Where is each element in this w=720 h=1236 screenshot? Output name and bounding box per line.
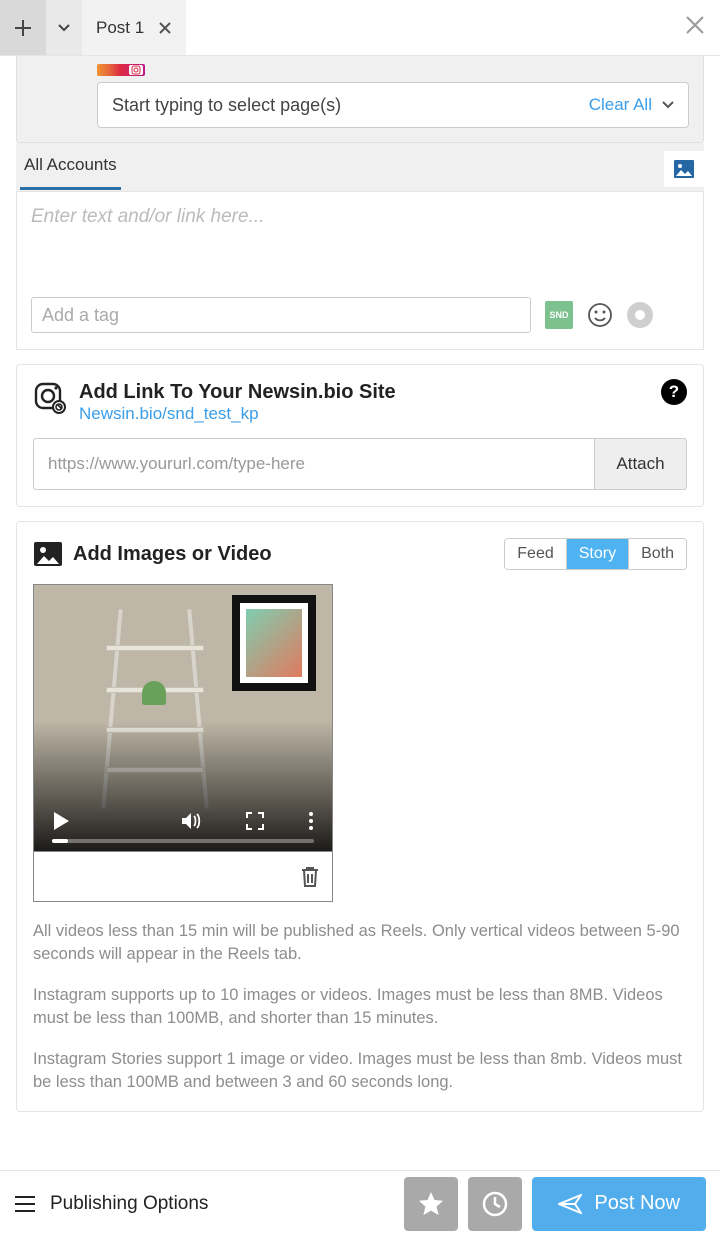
top-tab-bar: Post 1: [0, 0, 720, 56]
newsinbio-link[interactable]: Newsin.bio/snd_test_kp: [79, 404, 259, 423]
media-notes: All videos less than 15 min will be publ…: [33, 920, 687, 1095]
star-icon: [417, 1190, 445, 1218]
tab-all-accounts[interactable]: All Accounts: [20, 155, 121, 190]
newsinbio-title: Add Link To Your Newsin.bio Site: [79, 381, 396, 404]
clear-all-link[interactable]: Clear All: [589, 95, 652, 115]
post-tab[interactable]: Post 1: [82, 0, 186, 55]
account-tabs: All Accounts: [16, 143, 704, 191]
media-note: Instagram Stories support 1 image or vid…: [33, 1048, 687, 1094]
publishing-options[interactable]: Publishing Options: [14, 1193, 394, 1215]
trash-icon[interactable]: [300, 865, 320, 889]
caret-down-icon: [58, 24, 70, 32]
caret-down-icon: [662, 101, 674, 109]
video-preview[interactable]: [34, 585, 332, 851]
post-text-input[interactable]: [31, 206, 689, 286]
help-icon[interactable]: ?: [661, 379, 687, 405]
new-post-button[interactable]: [0, 0, 46, 55]
media-card: Add Images or Video Feed Story Both: [16, 521, 704, 1112]
fullscreen-icon[interactable]: [246, 812, 264, 830]
schedule-button[interactable]: [468, 1177, 522, 1231]
media-preview-toggle[interactable]: [664, 151, 704, 187]
clock-icon: [481, 1190, 509, 1218]
bottom-bar: Publishing Options Post Now: [0, 1170, 720, 1236]
media-title: Add Images or Video: [73, 543, 272, 566]
image-icon: [33, 541, 63, 567]
more-icon[interactable]: [308, 811, 314, 831]
post-now-label: Post Now: [594, 1192, 680, 1215]
menu-icon: [14, 1196, 36, 1212]
newsinbio-card: Add Link To Your Newsin.bio Site Newsin.…: [16, 364, 704, 507]
media-note: Instagram supports up to 10 images or vi…: [33, 984, 687, 1030]
snd-badge: SND: [545, 301, 573, 329]
image-icon: [673, 159, 695, 179]
page-selector-input[interactable]: Start typing to select page(s) Clear All: [97, 82, 689, 128]
instagram-link-icon: [33, 381, 67, 415]
seg-feed[interactable]: Feed: [505, 539, 565, 569]
record-button[interactable]: [627, 302, 653, 328]
page-selector-placeholder: Start typing to select page(s): [112, 95, 589, 116]
composer-panel: SND: [16, 191, 704, 350]
video-progress[interactable]: [52, 839, 314, 843]
publishing-options-label: Publishing Options: [50, 1193, 208, 1215]
video-thumbnail: [33, 584, 333, 902]
new-post-dropdown[interactable]: [46, 0, 82, 55]
play-icon[interactable]: [52, 811, 70, 831]
close-tab-icon[interactable]: [158, 21, 172, 35]
volume-icon[interactable]: [180, 811, 202, 831]
attach-button[interactable]: Attach: [595, 438, 687, 490]
send-icon: [558, 1194, 582, 1214]
tag-input[interactable]: [31, 297, 531, 333]
seg-both[interactable]: Both: [628, 539, 686, 569]
emoji-icon[interactable]: [587, 302, 613, 328]
instagram-icon: [131, 65, 141, 75]
placement-segmented: Feed Story Both: [504, 538, 687, 570]
instagram-account-badge: [97, 64, 145, 76]
media-note: All videos less than 15 min will be publ…: [33, 920, 687, 966]
seg-story[interactable]: Story: [566, 539, 628, 569]
close-dialog-button[interactable]: [684, 14, 706, 36]
newsinbio-url-input[interactable]: [33, 438, 595, 490]
close-icon: [684, 14, 706, 36]
plus-icon: [13, 18, 33, 38]
post-tab-label: Post 1: [96, 18, 144, 38]
favorite-button[interactable]: [404, 1177, 458, 1231]
post-now-button[interactable]: Post Now: [532, 1177, 706, 1231]
account-selector-panel: Start typing to select page(s) Clear All: [16, 56, 704, 143]
